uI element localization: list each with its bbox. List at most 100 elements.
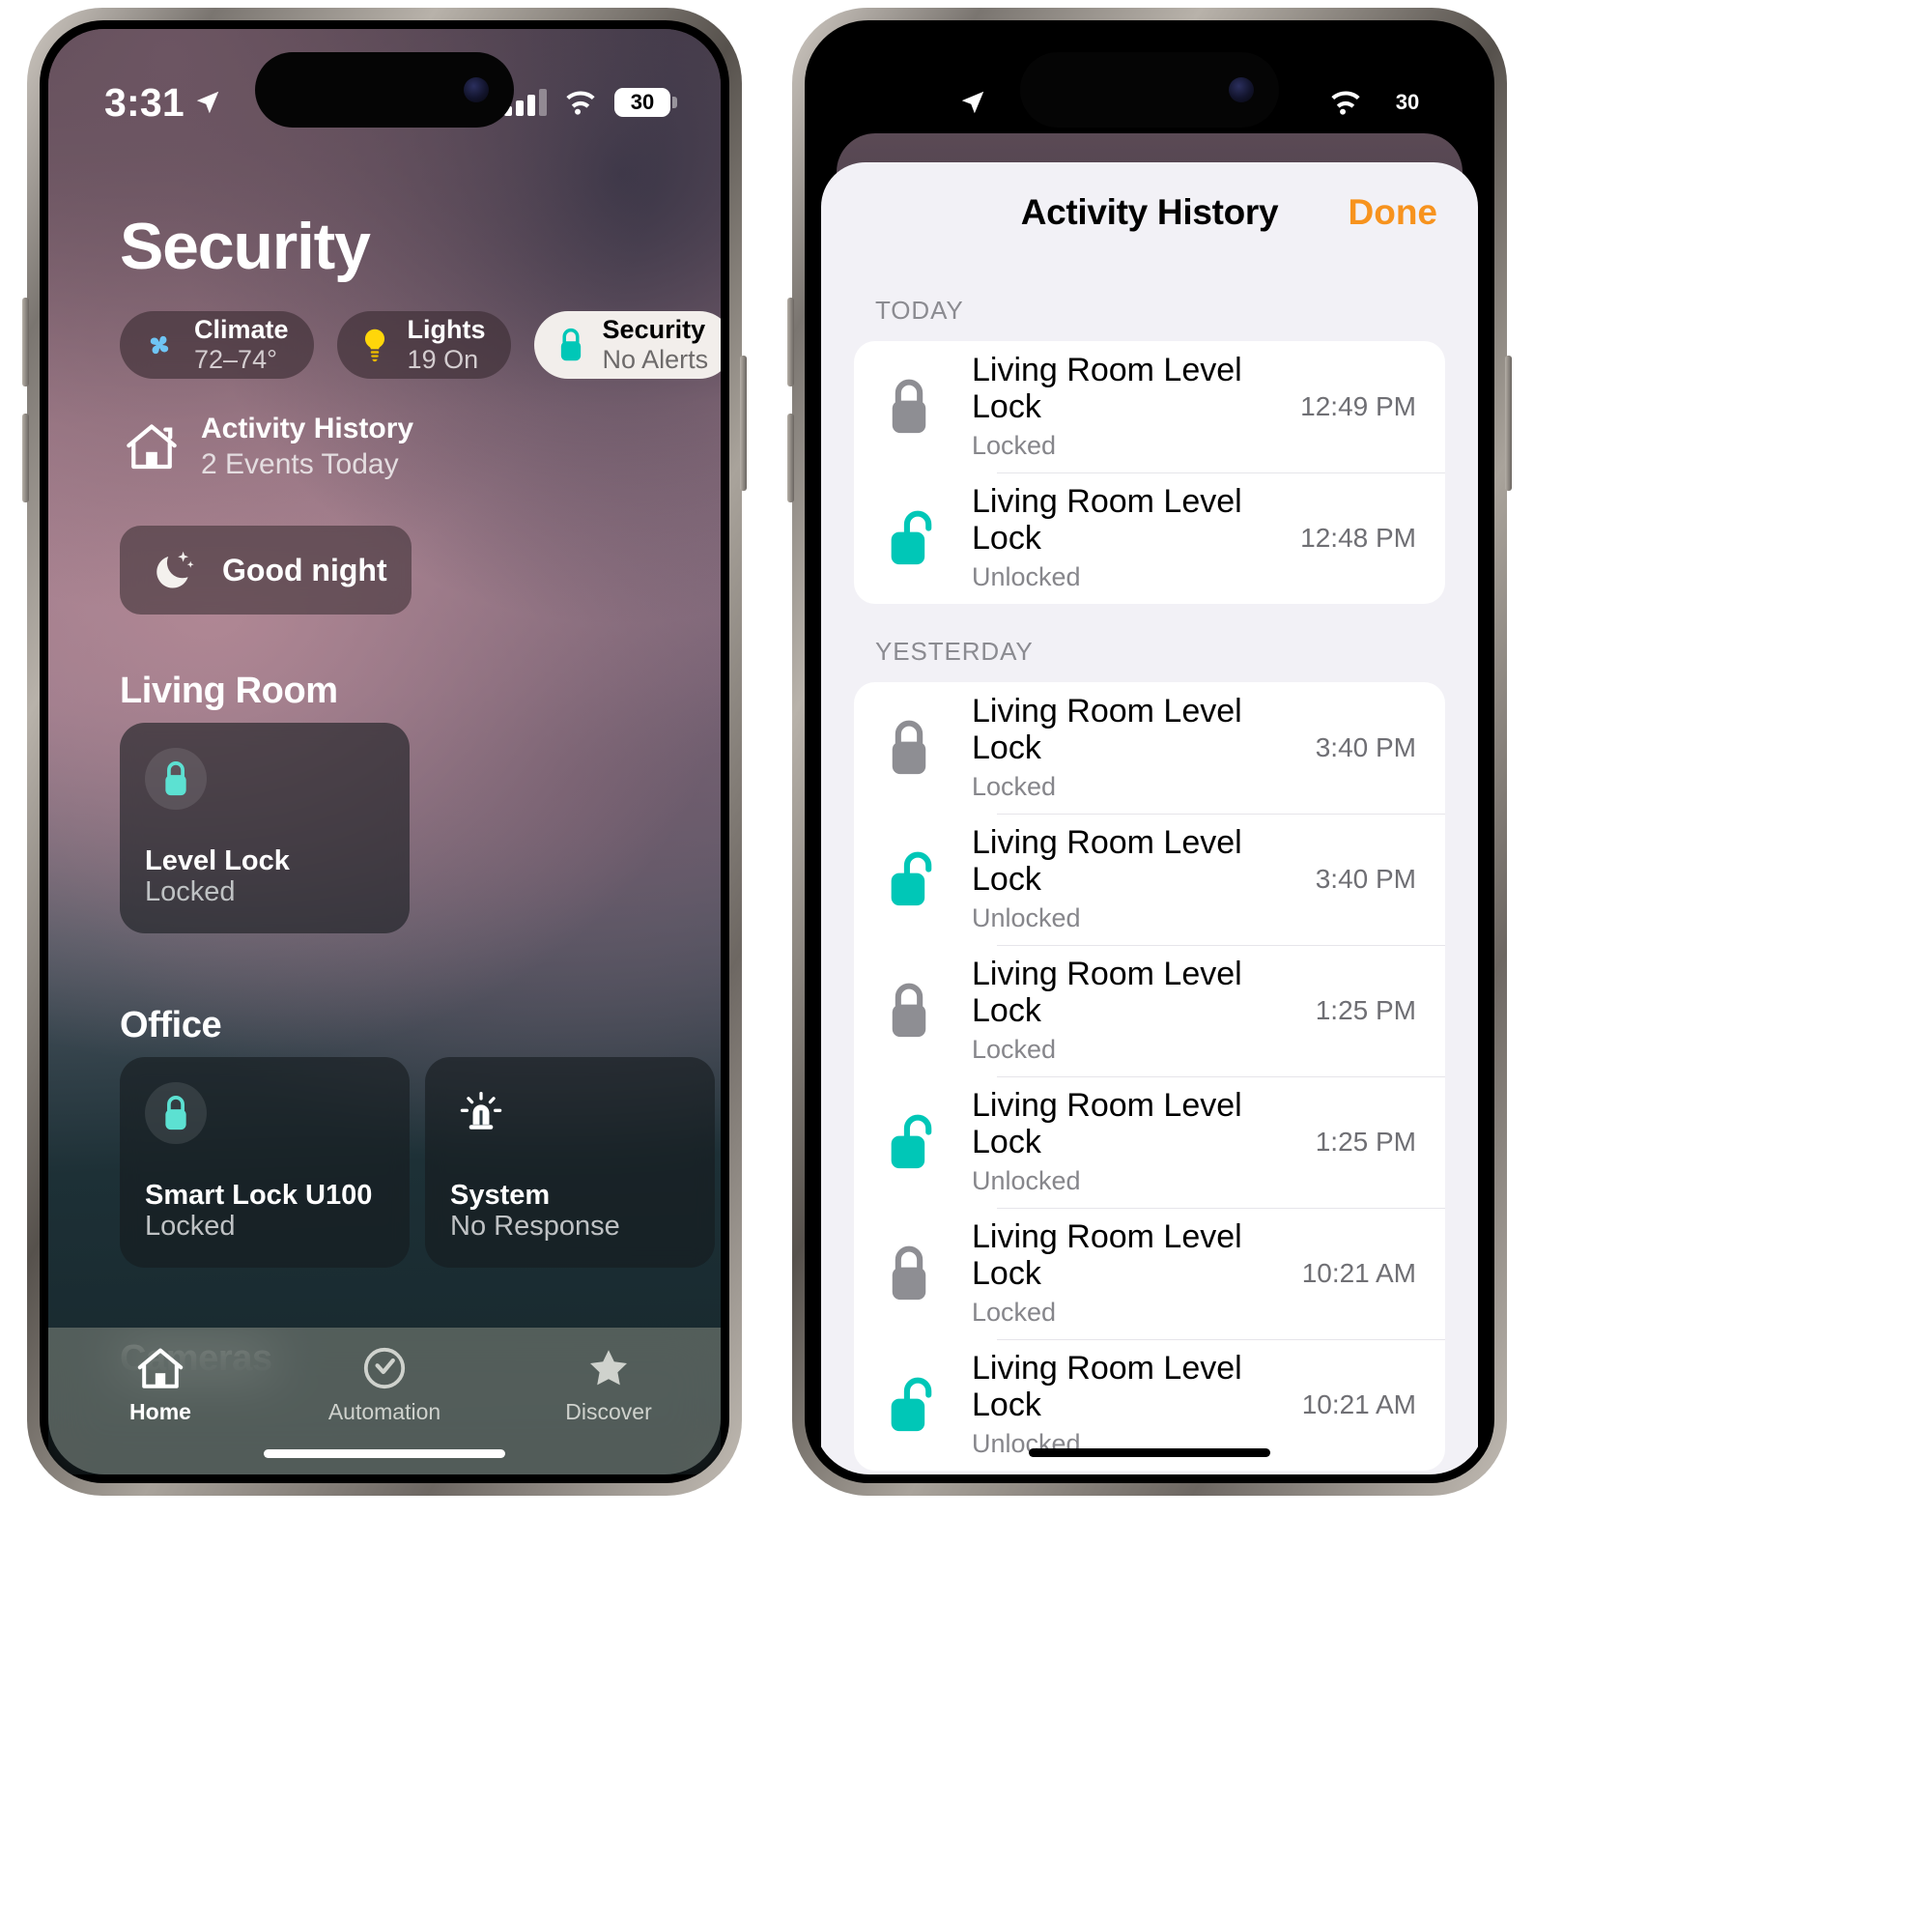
tab-home-label: Home (129, 1399, 191, 1424)
siren-icon (460, 1091, 502, 1130)
activity-state: Locked (972, 772, 1057, 802)
lock-closed-icon (165, 1096, 186, 1130)
lock-closed-icon-wrap-2 (145, 1082, 207, 1144)
activity-row[interactable]: Living Room Level Lock Unlocked 1:25 PM (854, 1076, 1445, 1208)
siren-icon-wrap (450, 1082, 512, 1144)
activity-time: 1:25 PM (1315, 995, 1416, 1025)
star-icon (590, 1350, 627, 1386)
lock-open-icon (891, 1377, 932, 1432)
screen-right: 3:31 30 Activity History Done TODAY Livi… (813, 29, 1486, 1474)
home-indicator-left[interactable] (264, 1449, 505, 1458)
scene-good-night-label: Good night (222, 552, 387, 587)
lock-closed-icon-wrap (883, 1242, 972, 1305)
home-indicator-right[interactable] (1029, 1448, 1270, 1457)
chip-climate-value: 72–74° (194, 344, 277, 374)
activity-device-name: Living Room Level Lock (972, 824, 1242, 898)
power-button-right[interactable] (1505, 356, 1512, 491)
tile-level-lock-name: Level Lock (145, 844, 290, 876)
lock-open-icon-wrap (883, 847, 972, 911)
activity-list[interactable]: TODAY Living Room Level Lock Locked 12:4… (821, 263, 1478, 1474)
activity-row[interactable]: Living Room Level Lock Locked 10:21 AM (854, 1208, 1445, 1339)
activity-row[interactable]: Living Room Level Lock Unlocked 12:48 PM (854, 472, 1445, 604)
event-card: Living Room Level Lock Locked 3:40 PM Li… (854, 682, 1445, 1471)
activity-state: Unlocked (972, 1166, 1081, 1196)
home-content-left[interactable]: Security Climate 72–74° Lights 19 On Sec… (48, 29, 721, 1474)
phone-left: 3:31 30 Security Climate 72–74° Lights 1… (22, 8, 747, 1496)
dynamic-island-left (255, 52, 514, 128)
scene-good-night-button[interactable]: Good night (120, 526, 412, 615)
tab-automation[interactable]: Automation (272, 1345, 497, 1425)
group-header: YESTERDAY (875, 637, 1034, 666)
sheet-navigation-bar: Activity History Done (821, 162, 1478, 263)
chip-security[interactable]: Security No Alerts (533, 311, 721, 379)
lightbulb-icon (364, 329, 384, 362)
screen-left: 3:31 30 Security Climate 72–74° Lights 1… (48, 29, 721, 1474)
activity-time: 12:48 PM (1300, 523, 1416, 553)
activity-state: Unlocked (972, 903, 1081, 933)
tile-level-lock[interactable]: Level Lock Locked (120, 723, 410, 933)
volume-down-button-left[interactable] (22, 414, 29, 502)
lock-closed-icon-wrap (883, 979, 972, 1043)
chip-climate[interactable]: Climate 72–74° (120, 311, 314, 379)
section-header-living-room: Living Room (120, 671, 338, 711)
activity-state: Locked (972, 431, 1057, 461)
tile-smart-lock-u100[interactable]: Smart Lock U100 Locked (120, 1057, 410, 1268)
lock-icon (560, 328, 581, 361)
volume-down-button-right[interactable] (787, 414, 794, 502)
tab-discover-label: Discover (565, 1399, 652, 1424)
chip-lights[interactable]: Lights 19 On (336, 311, 511, 379)
tile-level-lock-state: Locked (145, 876, 236, 907)
activity-row[interactable]: Living Room Level Lock Locked 3:40 PM (854, 682, 1445, 814)
lock-closed-icon (165, 761, 186, 796)
chip-security-label: Security (602, 314, 706, 344)
power-button-left[interactable] (740, 356, 747, 491)
sheet-title: Activity History (1020, 192, 1279, 232)
activity-row[interactable]: Living Room Level Lock Unlocked 3:40 PM (854, 814, 1445, 945)
tile-system-name: System (450, 1179, 551, 1211)
phone-bezel-right: 3:31 30 Activity History Done TODAY Livi… (805, 20, 1494, 1483)
moon-stars-icon (156, 551, 194, 588)
lock-closed-icon (892, 983, 926, 1038)
chip-lights-label: Lights (407, 314, 486, 344)
activity-time: 3:40 PM (1315, 864, 1416, 894)
group-header: SEPTEMBER 13, 2023 (821, 1471, 1478, 1474)
house-icon (137, 1348, 184, 1388)
tile-smart-lock-state: Locked (145, 1211, 236, 1242)
front-camera-icon (1229, 77, 1254, 102)
activity-time: 1:25 PM (1315, 1127, 1416, 1157)
tile-smart-lock-name: Smart Lock U100 (145, 1179, 373, 1211)
activity-time: 3:40 PM (1315, 732, 1416, 762)
activity-state: Locked (972, 1035, 1057, 1065)
activity-history-title: Activity History (201, 413, 414, 444)
tab-home[interactable]: Home (48, 1345, 272, 1425)
volume-up-button-right[interactable] (787, 298, 794, 386)
activity-row[interactable]: Living Room Level Lock Locked 12:49 PM (854, 341, 1445, 472)
event-card: Living Room Level Lock Locked 12:49 PM L… (854, 341, 1445, 604)
activity-state: Locked (972, 1298, 1057, 1328)
section-header-office: Office (120, 1005, 222, 1045)
lock-open-icon (891, 851, 932, 906)
activity-row[interactable]: Living Room Level Lock Locked 1:25 PM (854, 945, 1445, 1076)
activity-device-name: Living Room Level Lock (972, 956, 1242, 1029)
activity-device-name: Living Room Level Lock (972, 352, 1242, 425)
activity-state: Unlocked (972, 562, 1081, 592)
activity-time: 10:21 AM (1301, 1389, 1416, 1419)
dynamic-island-right (1020, 52, 1279, 128)
group-header: TODAY (875, 296, 964, 325)
activity-history-row[interactable]: Activity History 2 Events Today (124, 414, 413, 480)
done-button[interactable]: Done (1349, 192, 1438, 233)
activity-history-sheet: Activity History Done TODAY Living Room … (821, 162, 1478, 1474)
lock-open-icon-wrap (883, 1110, 972, 1174)
tile-system-state: No Response (450, 1211, 620, 1242)
volume-up-button-left[interactable] (22, 298, 29, 386)
tab-discover[interactable]: Discover (497, 1345, 721, 1425)
chip-lights-value: 19 On (407, 344, 479, 374)
category-chip-row[interactable]: Climate 72–74° Lights 19 On Security No … (120, 311, 721, 379)
page-title: Security (120, 210, 371, 283)
lock-open-icon (891, 510, 932, 565)
lock-closed-icon (892, 379, 926, 434)
phone-right: 3:31 30 Activity History Done TODAY Livi… (787, 8, 1512, 1496)
lock-closed-icon-wrap (883, 716, 972, 780)
tile-system[interactable]: System No Response (425, 1057, 715, 1268)
lock-closed-icon-wrap (145, 748, 207, 810)
